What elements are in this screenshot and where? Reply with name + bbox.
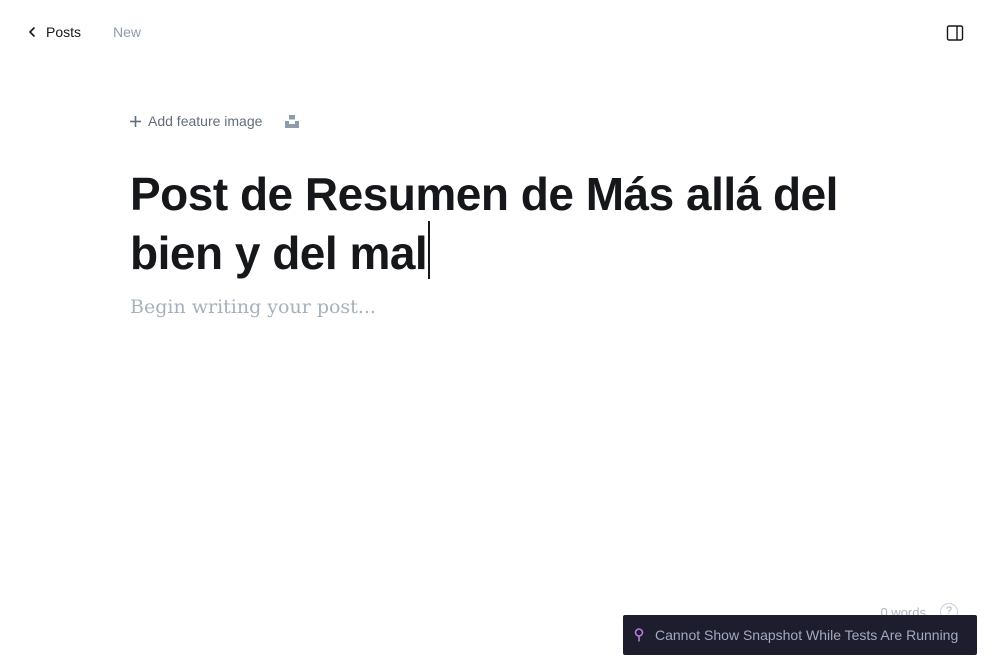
post-title-input[interactable]: Post de Resumen de Más allá del bien y d… xyxy=(130,168,910,280)
feature-image-row: Add feature image xyxy=(129,112,300,130)
post-title-text: Post de Resumen de Más allá del bien y d… xyxy=(130,168,838,279)
snapshot-warning-text: Cannot Show Snapshot While Tests Are Run… xyxy=(655,627,959,643)
sidebar-toggle-icon[interactable] xyxy=(946,24,964,42)
back-to-posts-link[interactable]: Posts xyxy=(28,22,81,42)
pin-icon xyxy=(634,628,644,642)
chevron-left-icon xyxy=(28,22,38,42)
plus-icon xyxy=(129,115,142,128)
add-feature-image-label: Add feature image xyxy=(148,113,263,129)
post-body-editor[interactable]: Begin writing your post... xyxy=(130,296,376,318)
snapshot-warning-banner: Cannot Show Snapshot While Tests Are Run… xyxy=(623,615,977,655)
add-feature-image-button[interactable]: Add feature image xyxy=(129,113,262,129)
editor-topbar: Posts New xyxy=(0,0,1000,64)
post-body-placeholder: Begin writing your post... xyxy=(130,296,376,318)
unsplash-icon[interactable] xyxy=(284,113,300,129)
post-status: New xyxy=(113,24,142,40)
back-link-label: Posts xyxy=(46,24,82,40)
post-editor-page: Posts New Add feature image Post de Resu… xyxy=(0,0,1000,660)
text-cursor xyxy=(428,221,430,279)
